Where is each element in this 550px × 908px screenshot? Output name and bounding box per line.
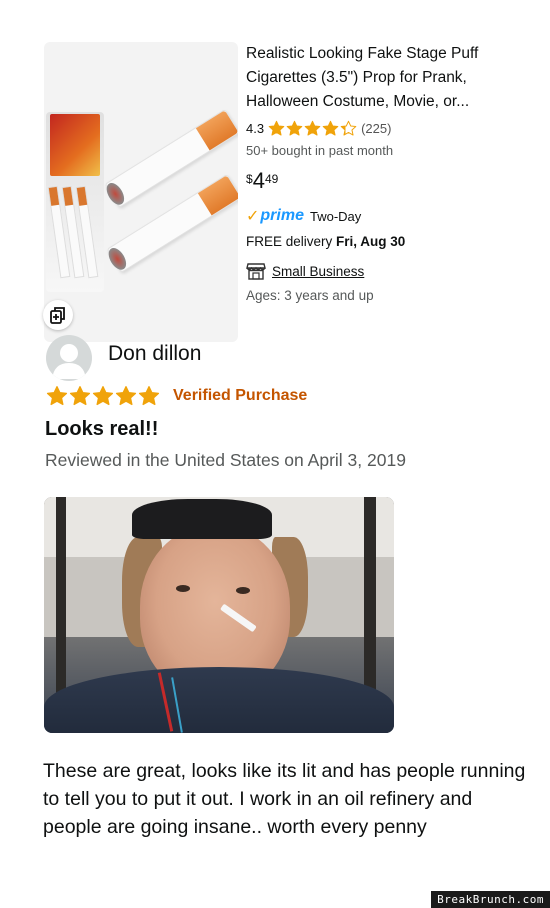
prime-label: prime <box>260 207 304 224</box>
star-icon <box>69 386 91 406</box>
add-to-list-icon[interactable] <box>43 300 73 330</box>
star-icon <box>322 120 339 136</box>
delivery-date: Fri, Aug 30 <box>336 234 406 249</box>
rating-number: 4.3 <box>246 121 265 136</box>
prime-logo: ✓ prime <box>246 206 304 226</box>
star-icon <box>286 120 303 136</box>
price-whole: 4 <box>252 168 265 193</box>
price: $ 4 49 <box>246 168 278 194</box>
delivery-prefix: FREE delivery <box>246 234 333 249</box>
age-range: Ages: 3 years and up <box>246 288 374 303</box>
review-body: These are great, looks like its lit and … <box>43 760 526 838</box>
reviewer-name[interactable]: Don dillon <box>108 342 201 366</box>
product-title[interactable]: Realistic Looking Fake Stage Puff Cigare… <box>246 42 536 114</box>
review-photo[interactable] <box>44 497 394 733</box>
rating-stars <box>268 120 357 137</box>
star-icon <box>268 120 285 136</box>
default-avatar-icon <box>46 335 92 381</box>
watermark: BreakBrunch.com <box>431 891 550 908</box>
price-currency: $ <box>246 172 253 186</box>
check-icon: ✓ <box>246 208 260 225</box>
delivery-info: FREE delivery Fri, Aug 30 <box>246 234 405 249</box>
star-icon <box>304 120 321 136</box>
star-icon <box>138 386 160 406</box>
review-date: Reviewed in the United States on April 3… <box>45 450 406 470</box>
store-icon <box>246 263 266 280</box>
prime-row: ✓ prime Two-Day <box>246 206 361 226</box>
rating-row[interactable]: 4.3 (225) <box>246 120 391 137</box>
package-label <box>50 114 100 176</box>
star-icon <box>92 386 114 406</box>
review-stars <box>46 385 160 407</box>
product-image[interactable] <box>44 42 238 342</box>
star-icon <box>340 120 357 136</box>
prime-speed: Two-Day <box>309 208 362 224</box>
package-image <box>46 112 104 292</box>
star-icon <box>115 386 137 406</box>
small-business-badge[interactable]: Small Business <box>246 262 364 280</box>
star-icon <box>46 386 68 406</box>
small-business-label[interactable]: Small Business <box>272 264 364 279</box>
review-count[interactable]: (225) <box>361 121 391 136</box>
bought-count: 50+ bought in past month <box>246 143 394 158</box>
price-fraction: 49 <box>264 172 279 186</box>
verified-purchase-badge: Verified Purchase <box>173 387 308 404</box>
review-title: Looks real!! <box>45 418 159 440</box>
